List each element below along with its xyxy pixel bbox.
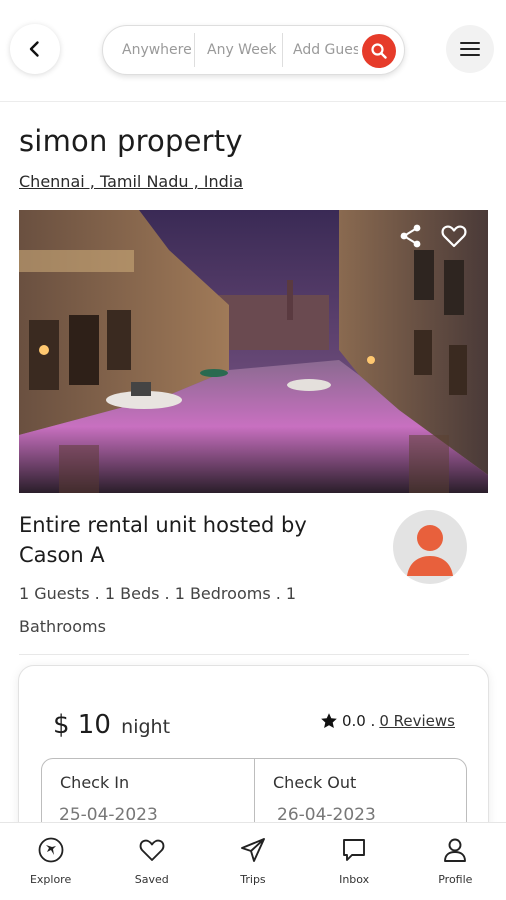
property-title: simon property — [19, 124, 243, 158]
price-amount: $ 10 — [53, 710, 111, 740]
price-unit: night — [121, 716, 171, 738]
nav-profile[interactable]: Profile — [405, 823, 506, 900]
nav-saved[interactable]: Saved — [101, 823, 202, 900]
search-where-field[interactable]: Anywhere — [115, 33, 195, 67]
top-bar: Anywhere Any Week Add Guests — [0, 0, 506, 102]
rating-value: 0.0 . — [341, 712, 376, 730]
share-icon[interactable] — [398, 223, 424, 249]
menu-button[interactable] — [446, 25, 494, 73]
property-detail-screen: Anywhere Any Week Add Guests simon prope… — [0, 0, 506, 900]
check-out-label: Check Out — [273, 773, 357, 792]
venice-canal-image — [19, 210, 488, 493]
rating: 0.0 . 0 Reviews — [320, 712, 455, 730]
nav-trips[interactable]: Trips — [202, 823, 303, 900]
bottom-nav: Explore Saved Trips Inbox Profile — [0, 822, 506, 900]
user-icon — [444, 838, 467, 862]
heart-icon — [139, 839, 165, 861]
hamburger-icon — [460, 42, 480, 56]
heart-icon[interactable] — [440, 222, 468, 250]
listing-heading: Entire rental unit hosted by Cason A — [19, 513, 307, 567]
reviews-link[interactable]: 0 Reviews — [379, 712, 455, 730]
search-guests-field[interactable]: Add Guests — [283, 33, 358, 67]
nav-inbox-label: Inbox — [339, 873, 370, 886]
nav-inbox[interactable]: Inbox — [304, 823, 405, 900]
nav-explore[interactable]: Explore — [0, 823, 101, 900]
chat-icon — [343, 839, 366, 861]
search-button[interactable] — [362, 34, 396, 68]
price: $ 10 night — [53, 710, 170, 740]
nav-saved-label: Saved — [134, 873, 169, 886]
star-icon — [321, 713, 337, 728]
chevron-left-icon — [29, 41, 39, 57]
host-avatar[interactable] — [393, 510, 467, 584]
nav-trips-label: Trips — [240, 873, 266, 886]
send-icon — [241, 838, 265, 862]
nav-profile-label: Profile — [438, 873, 473, 886]
listing-details: 1 Guests . 1 Beds . 1 Bedrooms . 1 Bathr… — [19, 584, 297, 636]
divider — [19, 654, 469, 655]
back-button[interactable] — [10, 24, 60, 74]
nav-explore-label: Explore — [29, 873, 72, 886]
check-in-label: Check In — [60, 773, 130, 792]
search-week-field[interactable]: Any Week — [195, 33, 283, 67]
explore-icon — [38, 837, 63, 863]
property-photo[interactable] — [19, 210, 488, 493]
user-avatar-icon — [407, 525, 453, 576]
search-bar[interactable]: Anywhere Any Week Add Guests — [102, 25, 405, 75]
search-icon — [371, 43, 387, 59]
location-link[interactable]: Chennai , Tamil Nadu , India — [19, 172, 243, 191]
